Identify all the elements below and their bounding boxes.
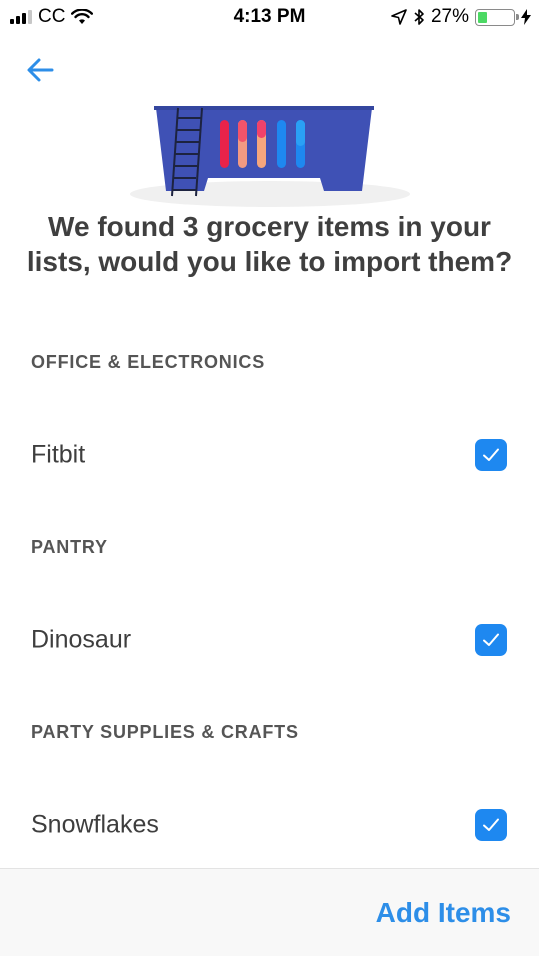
arrow-left-icon [27, 58, 54, 82]
item-checkbox[interactable] [475, 809, 507, 841]
add-items-button[interactable]: Add Items [376, 897, 511, 929]
section-header-pantry: PANTRY [31, 537, 108, 557]
battery-level-fill [478, 11, 487, 23]
item-label: Snowflakes [31, 810, 159, 839]
item-checkbox[interactable] [475, 624, 507, 656]
bluetooth-icon [414, 9, 424, 25]
list-item-fitbit[interactable]: Fitbit [0, 420, 539, 490]
import-items-screen: CC 4:13 PM 27% We found 3 grocery items … [0, 0, 539, 956]
battery-percent: 27% [430, 6, 469, 27]
item-label: Dinosaur [31, 625, 132, 654]
back-button[interactable] [22, 52, 58, 88]
charging-bolt-icon [521, 9, 531, 25]
location-arrow-icon [391, 9, 407, 25]
list-item-dinosaur[interactable]: Dinosaur [0, 605, 539, 675]
section-header-office-electronics: OFFICE & ELECTRONICS [31, 352, 266, 372]
status-right: 27% [391, 6, 531, 28]
section-header-party-supplies-crafts: PARTY SUPPLIES & CRAFTS [31, 722, 299, 742]
checkmark-icon [483, 448, 499, 461]
bottom-action-bar: Add Items [0, 868, 539, 956]
item-label: Fitbit [31, 440, 86, 469]
item-checkbox[interactable] [475, 439, 507, 471]
status-bar: CC 4:13 PM 27% [0, 0, 539, 36]
battery-icon [475, 8, 519, 26]
page-title: We found 3 grocery items in your lists, … [26, 211, 513, 277]
checkmark-icon [483, 633, 499, 646]
grocery-basket-illustration [130, 106, 410, 207]
checkmark-icon [483, 818, 499, 831]
list-item-snowflakes[interactable]: Snowflakes [0, 790, 539, 860]
